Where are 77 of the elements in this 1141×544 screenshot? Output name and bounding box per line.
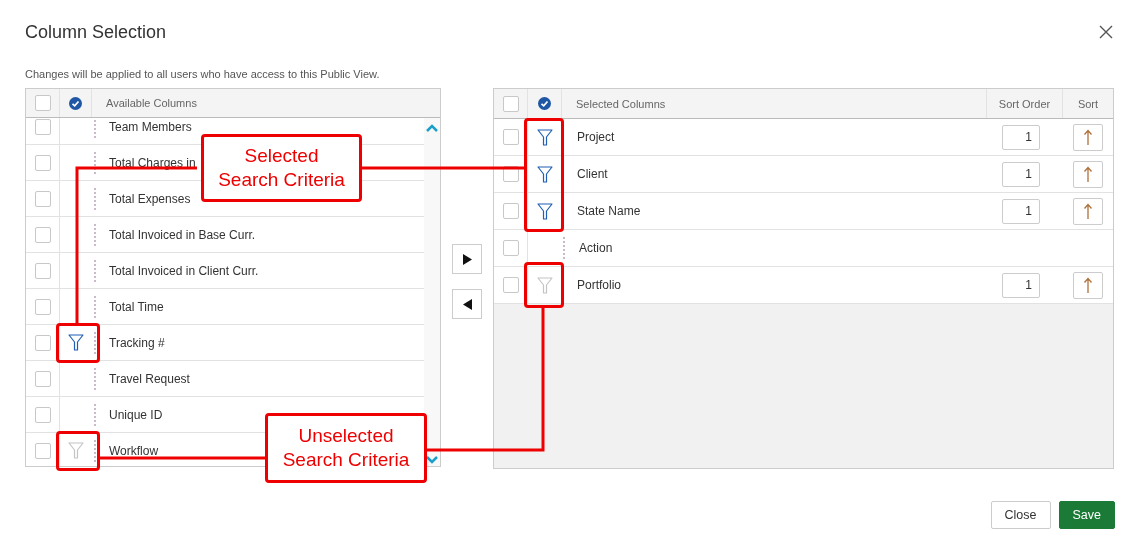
checkbox[interactable] <box>502 95 519 112</box>
column-name: Unique ID <box>109 407 163 422</box>
drag-handle[interactable] <box>94 223 96 246</box>
drag-handle[interactable] <box>94 367 96 390</box>
checkbox[interactable] <box>34 95 51 111</box>
sort-button[interactable] <box>1073 160 1103 188</box>
column-name: Travel Request <box>109 371 190 386</box>
up-arrow-icon <box>1083 128 1093 146</box>
callout: Unselected Search Criteria <box>265 413 427 483</box>
sort-button[interactable] <box>1073 197 1103 225</box>
callout: Selected Search Criteria <box>201 134 362 202</box>
up-arrow-icon <box>1083 165 1093 183</box>
sort-order-field[interactable]: 1 <box>1002 161 1040 187</box>
column-name: Portfolio <box>577 278 623 292</box>
drag-handle[interactable] <box>94 403 96 426</box>
drag-handle[interactable] <box>94 439 96 462</box>
drag-handle[interactable] <box>94 259 96 282</box>
checkbox[interactable] <box>34 262 51 279</box>
sort-order-field[interactable]: 1 <box>1002 198 1040 224</box>
column-header: Available Columns <box>105 96 197 111</box>
drag-handle[interactable] <box>94 187 96 210</box>
column-header: Sort Order <box>986 89 1062 118</box>
checkbox[interactable] <box>34 118 51 135</box>
drag-handle[interactable] <box>94 295 96 318</box>
close-icon[interactable] <box>1099 25 1113 39</box>
sort-button[interactable] <box>1073 123 1103 151</box>
checkbox[interactable] <box>34 190 51 207</box>
column-name: Total Invoiced in Base Curr. <box>109 227 256 242</box>
close-button[interactable]: Close <box>990 501 1051 529</box>
checkbox[interactable] <box>502 129 519 145</box>
column-header: Sort <box>1062 89 1113 118</box>
column-name: Total Time <box>109 299 164 314</box>
checkbox[interactable] <box>34 298 51 315</box>
column-name: Client <box>577 167 609 181</box>
checkbox[interactable] <box>502 203 519 219</box>
checkbox[interactable] <box>34 442 51 459</box>
dialog-title: Column Selection <box>25 21 167 43</box>
up-arrow-icon <box>1083 276 1093 294</box>
column-name: Project <box>577 130 616 144</box>
column-name: Action <box>579 241 614 255</box>
right-triangle-icon <box>462 253 472 265</box>
sort-order-field[interactable]: 1 <box>1002 272 1040 298</box>
save-button[interactable]: Save <box>1058 501 1115 529</box>
check-circle-icon <box>538 97 551 110</box>
up-arrow-icon <box>1083 202 1093 220</box>
column-name: State Name <box>577 204 642 218</box>
column-name: Total Invoiced in Client Curr. <box>109 263 259 278</box>
checkbox[interactable] <box>502 240 519 256</box>
left-triangle-icon <box>462 298 472 310</box>
column-name: Team Members <box>109 119 192 134</box>
move-right-button[interactable] <box>452 244 482 274</box>
checkbox[interactable] <box>502 277 519 293</box>
scroll-up-icon[interactable] <box>426 124 438 132</box>
info-text: Changes will be applied to all users who have access to this Public View. <box>25 67 381 82</box>
check-circle-icon <box>69 96 82 110</box>
move-left-button[interactable] <box>452 289 482 319</box>
highlight-frame <box>524 262 564 308</box>
checkbox[interactable] <box>34 406 51 423</box>
checkbox[interactable] <box>34 154 51 171</box>
sort-order-field[interactable]: 1 <box>1002 124 1040 150</box>
scrollbar[interactable] <box>424 118 440 466</box>
highlight-frame <box>56 323 100 363</box>
column-name: Total Expenses <box>109 191 191 206</box>
scroll-down-icon[interactable] <box>426 456 438 464</box>
checkbox[interactable] <box>34 334 51 351</box>
sort-button[interactable] <box>1073 271 1103 299</box>
column-header: Selected Columns <box>575 96 667 112</box>
checkbox[interactable] <box>34 370 51 387</box>
checkbox[interactable] <box>34 226 51 243</box>
drag-handle[interactable] <box>94 118 96 138</box>
column-name: Workflow <box>109 443 159 458</box>
highlight-frame <box>56 431 100 471</box>
column-name: Tracking # <box>109 335 165 350</box>
drag-handle[interactable] <box>563 237 565 259</box>
column-name: Total Charges in <box>109 155 196 170</box>
drag-handle[interactable] <box>94 151 96 174</box>
drag-handle[interactable] <box>94 331 96 354</box>
